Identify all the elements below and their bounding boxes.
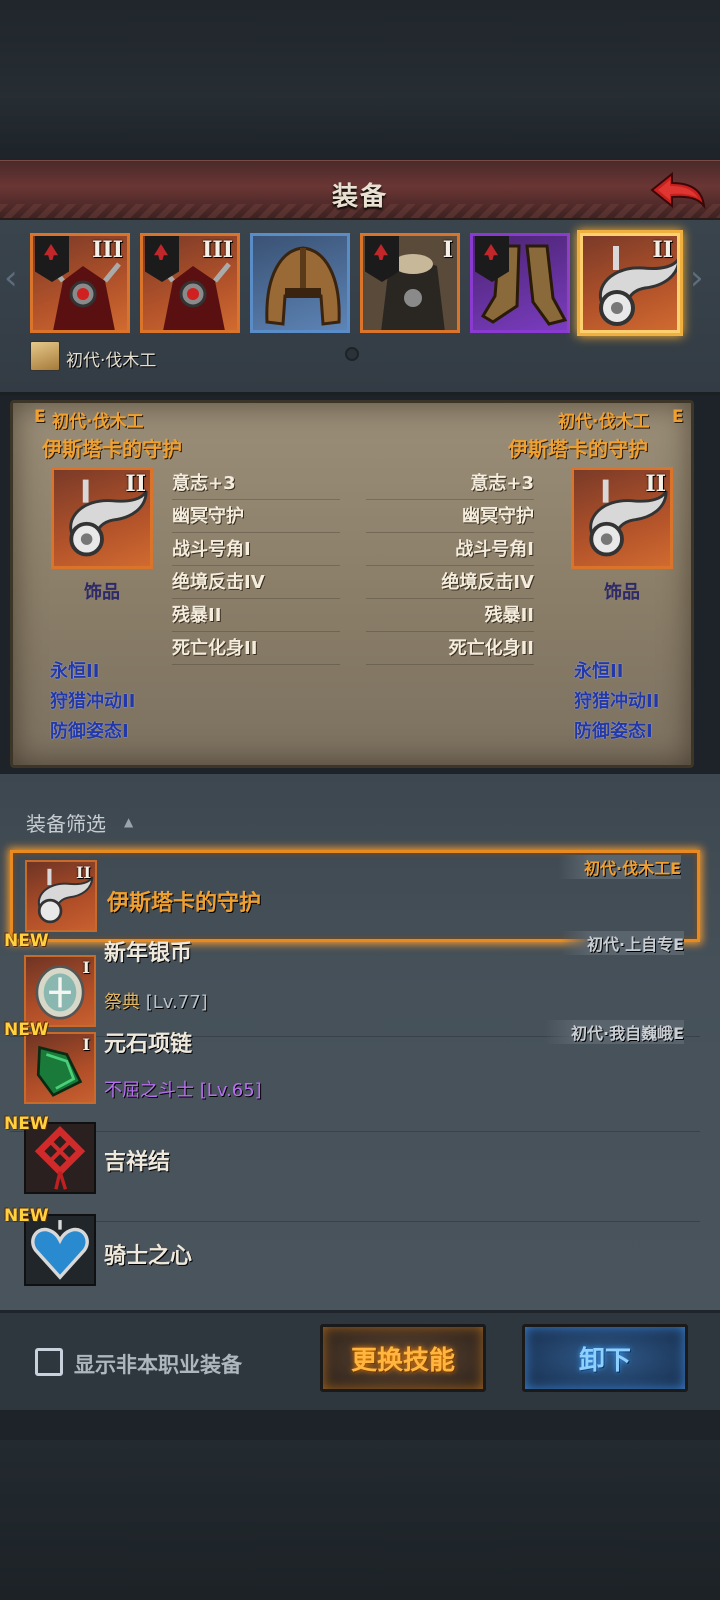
left-owner: 初代·伐木工 (52, 412, 144, 432)
page-title: 装备 (331, 182, 388, 212)
equipment-slot-3[interactable] (250, 233, 350, 333)
new-badge: NEW (4, 1020, 49, 1040)
item-name: 吉祥结 (104, 1150, 171, 1175)
item-name: 元石项链 (104, 1032, 193, 1057)
right-item-tier: II (645, 471, 666, 497)
list-item-3[interactable]: I NEW 元石项链 不屈之斗士 [Lv.65] 初代·我自巍峨E (4, 1020, 700, 1132)
left-item-tier: II (125, 471, 146, 497)
left-item-name: 伊斯塔卡的守护 (42, 437, 182, 461)
item-bound-name: 不屈之斗士 (104, 1080, 194, 1101)
equipment-slot-6[interactable]: II (580, 233, 680, 333)
show-other-class-checkbox[interactable] (35, 1348, 63, 1376)
left-skill: 防御姿态I (50, 721, 129, 742)
slot-tier: III (92, 237, 123, 263)
item-bound-to: 祭典 [Lv.77] (104, 988, 208, 1014)
left-stat: 死亡化身II (172, 632, 340, 665)
unequip-button[interactable]: 卸下 (522, 1324, 688, 1392)
item-owner: 初代·我自巍峨E (544, 1020, 684, 1044)
equipment-slot-2[interactable]: III (140, 233, 240, 333)
right-stat: 绝境反击IV (366, 566, 534, 599)
equipment-slot-1[interactable]: III (30, 233, 130, 333)
helmet-icon (265, 246, 341, 326)
left-stat: 残暴II (172, 599, 340, 632)
lucky-knot-glyph (26, 1124, 94, 1192)
item-bound-name: 祭典 (104, 992, 140, 1013)
item-tier: I (82, 1035, 90, 1054)
item-name: 新年银币 (104, 941, 193, 966)
left-item-type: 饰品 (84, 582, 120, 603)
back-arrow-icon (650, 171, 706, 210)
item-bound-level: [Lv.77] (145, 992, 208, 1013)
left-stat: 绝境反击IV (172, 566, 340, 599)
page-indicator-dot (345, 347, 359, 361)
left-stat: 意志+3 (172, 467, 340, 500)
right-skill: 防御姿态I (574, 721, 653, 742)
item-bound-to: 不屈之斗士 [Lv.65] (104, 1076, 262, 1102)
top-background (0, 0, 720, 160)
right-skill: 狩猎冲动II (574, 691, 660, 712)
slot-tier: I (442, 237, 453, 263)
left-grade: E (34, 407, 46, 427)
list-item-1[interactable]: II 伊斯塔卡的守护 初代·伐木工E (10, 850, 700, 942)
right-item-name: 伊斯塔卡的守护 (508, 437, 648, 461)
right-item-icon: II (571, 467, 673, 569)
back-button[interactable] (648, 168, 708, 214)
right-stat: 残暴II (366, 599, 534, 632)
right-stat: 战斗号角I (366, 533, 534, 566)
left-stat: 战斗号角I (172, 533, 340, 566)
item-name: 骑士之心 (104, 1244, 193, 1269)
caret-up-icon[interactable]: ▲ (124, 815, 133, 829)
owner-avatar (30, 341, 60, 371)
left-skill: 狩猎冲动II (50, 691, 136, 712)
left-stat: 幽冥守护 (172, 500, 340, 533)
left-skill: 永恒II (50, 661, 100, 682)
slot-tier: III (202, 237, 233, 263)
scroll-right-arrow-icon[interactable]: › (690, 258, 704, 298)
new-badge: NEW (4, 1114, 49, 1134)
right-stat: 幽冥守护 (366, 500, 534, 533)
item-tier: I (82, 958, 90, 977)
new-badge: NEW (4, 1206, 49, 1226)
equipment-slot-4[interactable]: I (360, 233, 460, 333)
scroll-left-arrow-icon[interactable]: ‹ (4, 258, 18, 298)
list-item-5[interactable]: NEW 骑士之心 (4, 1206, 700, 1308)
right-stat: 意志+3 (366, 467, 534, 500)
crystal-necklace-icon: I (24, 1032, 96, 1104)
right-item-type: 饰品 (604, 582, 640, 603)
left-item-icon: II (51, 467, 153, 569)
item-owner: 初代·上自专E (560, 931, 684, 955)
right-grade: E (672, 407, 684, 427)
horn-accessory-icon: II (25, 860, 97, 932)
filter-toggle[interactable]: 装备筛选 (26, 808, 106, 837)
item-bound-level: [Lv.65] (199, 1080, 262, 1101)
list-item-4[interactable]: NEW 吉祥结 (4, 1114, 700, 1222)
owner-name: 初代·伐木工 (66, 351, 157, 371)
slot-tier: II (652, 237, 673, 263)
item-owner: 初代·伐木工E (557, 855, 681, 879)
right-skill: 永恒II (574, 661, 624, 682)
change-skill-button[interactable]: 更换技能 (320, 1324, 486, 1392)
right-owner: 初代·伐木工 (558, 412, 650, 432)
new-badge: NEW (4, 931, 49, 951)
item-name: 伊斯塔卡的守护 (107, 891, 262, 916)
knight-heart-glyph (26, 1216, 94, 1284)
bottom-background (0, 1440, 720, 1600)
right-stat: 死亡化身II (366, 632, 534, 665)
silver-coin-icon: I (24, 955, 96, 1027)
item-tier: II (76, 863, 91, 882)
show-other-class-label: 显示非本职业装备 (74, 1353, 242, 1377)
equipment-slot-5[interactable] (470, 233, 570, 333)
